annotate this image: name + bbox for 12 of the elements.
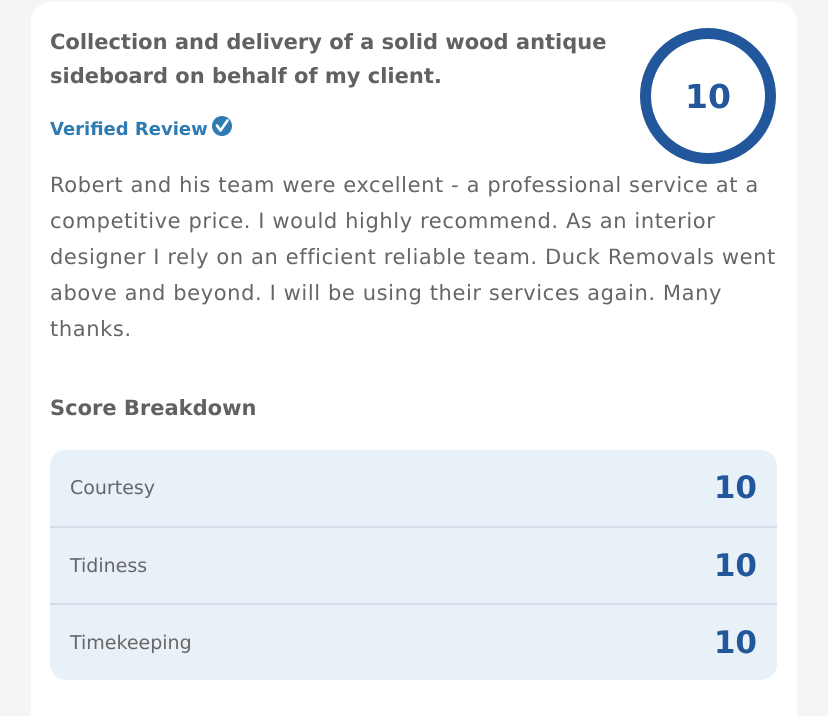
review-text: Robert and his team were excellent - a professional service at a competitive price. I would highly recommend. As an interior designer I rely on an efficient reliable team. Duck Removals went above and beyond. I will be using their services again. Many thanks. bbox=[50, 172, 777, 343]
score-value: 10 bbox=[714, 548, 757, 584]
review-title: Collection and delivery of a solid wood antique sideboard on behalf of my client. bbox=[50, 29, 608, 90]
overall-score: 10 bbox=[685, 80, 731, 112]
verified-review-label: Verified Review bbox=[50, 118, 208, 142]
score-value: 10 bbox=[714, 470, 757, 506]
score-breakdown-heading: Score Breakdown bbox=[50, 395, 258, 422]
score-label: Tidiness bbox=[70, 554, 148, 576]
score-label: Courtesy bbox=[70, 477, 156, 499]
score-label: Timekeeping bbox=[70, 632, 192, 654]
verified-check-icon bbox=[212, 116, 232, 136]
score-value: 10 bbox=[714, 624, 757, 660]
